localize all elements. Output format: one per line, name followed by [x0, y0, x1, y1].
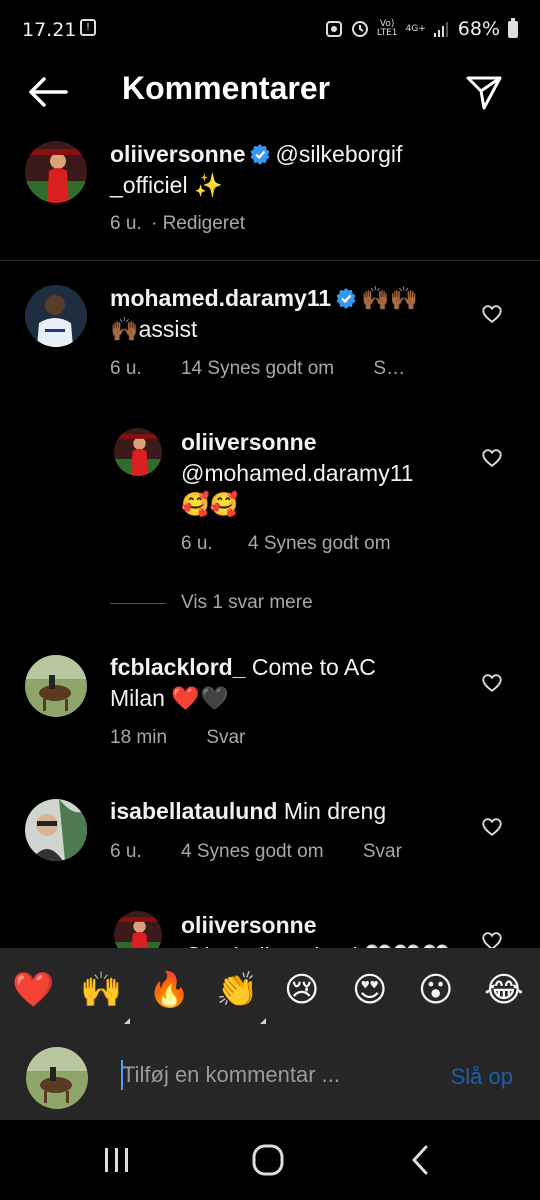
reply-button[interactable]: S…	[373, 358, 405, 380]
reply-button[interactable]: Svar	[206, 727, 245, 749]
divider	[110, 603, 166, 604]
view-more-replies-button[interactable]: Vis 1 svar mere	[181, 592, 313, 614]
reply-time: 6 u.	[181, 533, 213, 554]
skin-tone-indicator	[260, 1018, 266, 1024]
status-time: 17.21	[22, 19, 77, 41]
comment-time: 6 u.	[110, 841, 142, 862]
back-arrow-icon[interactable]	[26, 74, 70, 110]
recent-apps-icon[interactable]	[97, 1142, 137, 1178]
battery-icon	[508, 17, 518, 38]
comment-likes[interactable]: 14 Synes godt om	[181, 358, 334, 380]
verified-badge-icon	[336, 288, 356, 309]
reply-text: 🥰🥰	[181, 491, 239, 517]
emoji-laughing-face[interactable]: 😂	[484, 968, 524, 1012]
volte-indicator: Vo) LTE1	[376, 19, 398, 38]
emoji-fire[interactable]: 🔥	[148, 968, 190, 1012]
comment-text: 🙌🏾assist	[110, 316, 198, 342]
comment-text: Come to AC	[251, 654, 376, 680]
comment-username[interactable]: fcblacklord_	[110, 654, 246, 680]
heart-icon[interactable]	[481, 672, 503, 694]
comment-likes[interactable]: 4 Synes godt om	[181, 841, 324, 863]
avatar[interactable]	[25, 655, 87, 717]
comment-username[interactable]: isabellataulund	[110, 798, 277, 824]
emoji-red-heart[interactable]: ❤️	[12, 968, 54, 1012]
divider	[0, 260, 540, 261]
comment-text: Min dreng	[283, 798, 387, 824]
reply-likes[interactable]: 4 Synes godt om	[248, 533, 391, 555]
avatar[interactable]	[25, 141, 87, 203]
notification-icon: !	[80, 19, 96, 36]
comment-composer: Tilføj en kommentar ... Slå op	[0, 1038, 540, 1120]
system-nav-bar	[0, 1120, 540, 1200]
emoji-surprised-face[interactable]: 😮	[418, 968, 453, 1012]
avatar[interactable]	[25, 799, 87, 861]
signal-icon	[433, 22, 448, 37]
battery-percent: 68%	[457, 18, 500, 40]
emoji-heart-eyes[interactable]: 😍	[352, 968, 387, 1012]
comment-text: 🙌🏾🙌🏾	[361, 285, 419, 311]
emoji-reaction-bar: ❤️ 🙌 🔥 👏 😢 😍 😮 😂	[0, 948, 540, 1038]
header: Kommentarer	[0, 60, 540, 124]
reply-username[interactable]: oliiversonne	[181, 912, 316, 938]
heart-icon[interactable]	[481, 303, 503, 325]
page-title: Kommentarer	[122, 70, 331, 106]
verified-badge-icon	[250, 144, 270, 165]
paper-plane-icon[interactable]	[464, 72, 504, 112]
emoji-crying-face[interactable]: 😢	[284, 968, 319, 1012]
caption-mention[interactable]: @silkeborgif	[275, 141, 402, 167]
home-icon[interactable]	[248, 1142, 288, 1178]
reply-mention[interactable]: @mohamed.daramy11	[181, 460, 414, 486]
comment-text: Milan ❤️🖤	[110, 685, 229, 711]
skin-tone-indicator	[124, 1018, 130, 1024]
avatar[interactable]	[114, 428, 162, 476]
heart-icon[interactable]	[481, 447, 503, 469]
comment-time: 18 min	[110, 727, 168, 748]
caption-username[interactable]: oliiversonne	[110, 141, 245, 167]
clock-icon	[351, 21, 368, 37]
reply-button[interactable]: Svar	[363, 841, 402, 863]
network-type-indicator: 4G+	[405, 23, 426, 34]
emoji-raising-hands[interactable]: 🙌	[80, 968, 122, 1012]
comment-time: 6 u.	[110, 358, 142, 379]
status-bar: 17.21 ! Vo) LTE1 4G+ 68%	[0, 0, 540, 60]
comment-username[interactable]: mohamed.daramy11	[110, 285, 331, 311]
avatar[interactable]	[25, 285, 87, 347]
caption-text: _officiel ✨	[110, 172, 223, 198]
heart-icon[interactable]	[481, 816, 503, 838]
caption-edited: · Redigeret	[150, 213, 245, 234]
reply-username[interactable]: oliiversonne	[181, 429, 316, 455]
emoji-clapping-hands[interactable]: 👏	[216, 968, 258, 1012]
back-icon[interactable]	[400, 1142, 440, 1178]
post-button[interactable]: Slå op	[451, 1064, 513, 1090]
caption-time: 6 u.	[110, 213, 142, 234]
user-avatar	[26, 1047, 88, 1109]
alarm-icon	[325, 21, 342, 37]
comment-input[interactable]: Tilføj en kommentar ...	[122, 1062, 340, 1088]
status-icons: Vo) LTE1 4G+ 68%	[325, 17, 518, 40]
